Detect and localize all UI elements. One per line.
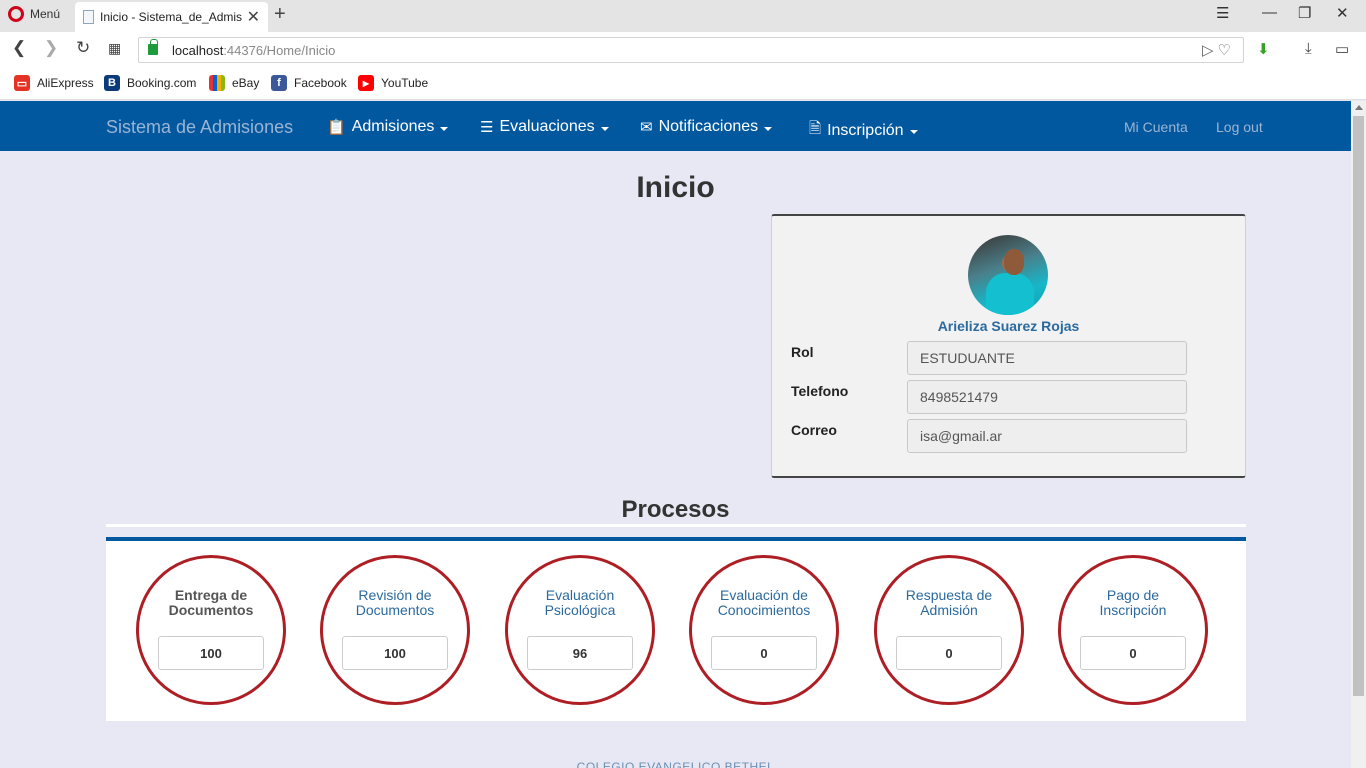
url-text: localhost:44376/Home/Inicio: [172, 43, 336, 58]
back-icon[interactable]: ❮: [12, 38, 26, 58]
process-circle-revision: Revisión de Documentos 100: [320, 555, 470, 705]
tab-menu-icon[interactable]: ☰: [1216, 4, 1229, 22]
browser-tab-active[interactable]: Inicio - Sistema_de_Admis ✕: [75, 2, 268, 32]
profile-name: Arieliza Suarez Rojas: [937, 318, 1080, 334]
divider: [106, 524, 1246, 527]
close-window-icon[interactable]: ✕: [1336, 4, 1349, 22]
reload-icon[interactable]: ↻: [76, 38, 90, 58]
section-title-procesos: Procesos: [621, 496, 730, 523]
new-tab-icon[interactable]: +: [274, 3, 286, 26]
opera-menu-button[interactable]: Menú: [8, 6, 60, 22]
clipboard-icon: 📋: [327, 119, 346, 136]
page-icon: [83, 10, 94, 24]
booking-icon: B: [104, 75, 120, 91]
bookmark-aliexpress[interactable]: ▭ AliExpress: [14, 75, 94, 91]
profile-card: Arieliza Suarez Rojas Rol ESTUDUANTE Tel…: [771, 214, 1246, 478]
list-icon: ☰: [480, 119, 494, 136]
speed-dial-icon[interactable]: ▦: [108, 40, 121, 57]
process-label[interactable]: Revisión de Documentos: [323, 588, 467, 618]
nav-admisiones[interactable]: 📋 Admisiones: [327, 118, 449, 136]
nav-evaluaciones[interactable]: ☰ Evaluaciones: [480, 118, 609, 136]
bookmark-youtube[interactable]: ▶ YouTube: [358, 75, 428, 91]
opera-menu-label: Menú: [30, 7, 61, 21]
scroll-thumb[interactable]: [1353, 116, 1364, 696]
brand-link[interactable]: Sistema de Admisiones: [106, 117, 293, 138]
footer-text: COLEGIO EVANGELICO BETHEL: [576, 760, 775, 768]
phone-field[interactable]: 8498521479: [907, 380, 1187, 414]
bookmark-ebay[interactable]: eBay: [209, 75, 259, 91]
process-circle-respuesta: Respuesta de Admisión 0: [874, 555, 1024, 705]
facebook-icon: f: [271, 75, 287, 91]
close-tab-icon[interactable]: ✕: [247, 7, 260, 27]
battery-saver-icon[interactable]: ▭: [1335, 40, 1349, 58]
role-field[interactable]: ESTUDUANTE: [907, 341, 1187, 375]
scroll-up-icon[interactable]: [1355, 105, 1363, 110]
email-field[interactable]: isa@gmail.ar: [907, 419, 1187, 453]
bookmark-booking[interactable]: B Booking.com: [104, 75, 196, 91]
process-value[interactable]: 0: [896, 636, 1002, 670]
process-value[interactable]: 0: [1080, 636, 1186, 670]
downloads-icon[interactable]: ⤓: [1305, 40, 1312, 57]
send-and-bookmark-icons[interactable]: ▷♡: [1202, 41, 1235, 59]
youtube-icon: ▶: [358, 75, 374, 91]
site-navbar: Sistema de Admisiones 📋 Admisiones ☰ Eva…: [0, 101, 1351, 151]
file-icon: 🗎: [809, 120, 822, 137]
caret-down-icon: [440, 126, 449, 131]
process-value[interactable]: 100: [342, 636, 448, 670]
process-circle-evaluacion-psicologica: Evaluación Psicológica 96: [505, 555, 655, 705]
avatar: [968, 235, 1048, 315]
browser-tabbar: Menú Inicio - Sistema_de_Admis ✕ + ☰ — ❐…: [0, 0, 1366, 32]
bookmark-facebook[interactable]: f Facebook: [271, 75, 347, 91]
browser-address-row: ❮ ❯ ↻ ▦ localhost:44376/Home/Inicio ▷♡ ⬇…: [0, 32, 1366, 68]
envelope-icon: ✉: [640, 119, 653, 136]
caret-down-icon: [909, 130, 918, 134]
page-scrollbar[interactable]: [1351, 101, 1366, 768]
nav-inscripcion[interactable]: 🗎 Inscripción: [809, 118, 918, 143]
process-label[interactable]: Evaluación de Conocimientos: [692, 588, 836, 618]
tab-title: Inicio - Sistema_de_Admis: [100, 10, 243, 24]
ebay-icon: [209, 75, 225, 91]
download-extension-icon[interactable]: ⬇: [1257, 40, 1270, 58]
minimize-icon[interactable]: —: [1262, 4, 1277, 21]
nav-notificaciones[interactable]: ✉ Notificaciones: [640, 118, 773, 136]
bookmarks-bar: ▭ AliExpress B Booking.com eBay f Facebo…: [0, 68, 1366, 100]
process-value[interactable]: 96: [527, 636, 633, 670]
forward-icon[interactable]: ❯: [44, 38, 58, 58]
address-field[interactable]: localhost:44376/Home/Inicio ▷♡: [138, 37, 1244, 63]
caret-down-icon: [600, 126, 609, 131]
process-circle-evaluacion-conocimientos: Evaluación de Conocimientos 0: [689, 555, 839, 705]
process-value[interactable]: 100: [158, 636, 264, 670]
mi-cuenta-link[interactable]: Mi Cuenta: [1124, 119, 1188, 135]
process-label[interactable]: Respuesta de Admisión: [877, 588, 1021, 618]
role-label: Rol: [791, 344, 814, 360]
caret-down-icon: [764, 126, 773, 131]
process-circle-entrega: Entrega de Documentos 100: [136, 555, 286, 705]
lock-icon: [148, 39, 158, 55]
logout-link[interactable]: Log out: [1216, 119, 1263, 135]
restore-icon[interactable]: ❐: [1298, 4, 1311, 22]
process-label[interactable]: Pago de Inscripción: [1061, 588, 1205, 618]
process-circle-pago: Pago de Inscripción 0: [1058, 555, 1208, 705]
phone-label: Telefono: [791, 383, 849, 399]
process-label: Entrega de Documentos: [168, 587, 254, 618]
process-label[interactable]: Evaluación Psicológica: [508, 588, 652, 618]
aliexpress-icon: ▭: [14, 75, 30, 91]
opera-logo-icon: [8, 6, 24, 22]
process-value[interactable]: 0: [711, 636, 817, 670]
page-title: Inicio: [636, 171, 715, 204]
processes-panel: Entrega de Documentos 100 Revisión de Docu…: [106, 537, 1246, 721]
email-label: Correo: [791, 422, 837, 438]
